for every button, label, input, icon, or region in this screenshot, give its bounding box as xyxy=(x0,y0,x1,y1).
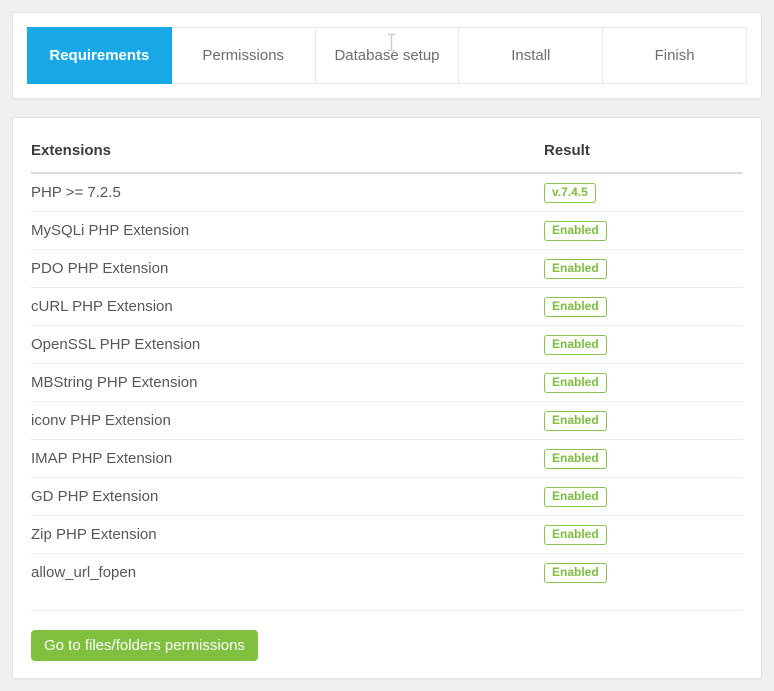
requirement-label: Zip PHP Extension xyxy=(31,525,544,545)
header-result: Result xyxy=(544,141,743,161)
table-row: MBString PHP Extension Enabled xyxy=(31,364,743,402)
requirement-label: PDO PHP Extension xyxy=(31,259,544,279)
table-row: allow_url_fopen Enabled xyxy=(31,554,743,611)
requirement-label: OpenSSL PHP Extension xyxy=(31,335,544,355)
tab-database-setup[interactable]: Database setup xyxy=(315,27,460,84)
go-to-permissions-button[interactable]: Go to files/folders permissions xyxy=(31,630,258,661)
table-row: PDO PHP Extension Enabled xyxy=(31,250,743,288)
requirement-label: MBString PHP Extension xyxy=(31,373,544,393)
table-row: GD PHP Extension Enabled xyxy=(31,478,743,516)
tab-requirements[interactable]: Requirements xyxy=(27,27,172,84)
installer-page: Requirements Permissions Database setup … xyxy=(0,0,774,691)
status-badge: Enabled xyxy=(544,297,607,317)
table-row: MySQLi PHP Extension Enabled xyxy=(31,212,743,250)
status-badge: Enabled xyxy=(544,411,607,431)
requirement-label: cURL PHP Extension xyxy=(31,297,544,317)
table-row: PHP >= 7.2.5 v.7.4.5 xyxy=(31,174,743,212)
tab-install[interactable]: Install xyxy=(458,27,603,84)
status-badge: Enabled xyxy=(544,335,607,355)
status-badge: Enabled xyxy=(544,259,607,279)
requirements-panel: Extensions Result PHP >= 7.2.5 v.7.4.5 M… xyxy=(12,117,762,679)
status-badge: Enabled xyxy=(544,373,607,393)
requirement-label: iconv PHP Extension xyxy=(31,411,544,431)
tab-permissions[interactable]: Permissions xyxy=(171,27,316,84)
requirement-label: MySQLi PHP Extension xyxy=(31,221,544,241)
wizard-steps: Requirements Permissions Database setup … xyxy=(27,27,747,84)
wizard-steps-panel: Requirements Permissions Database setup … xyxy=(12,12,762,99)
table-row: iconv PHP Extension Enabled xyxy=(31,402,743,440)
status-badge: Enabled xyxy=(544,487,607,507)
tab-finish[interactable]: Finish xyxy=(602,27,747,84)
table-row: Zip PHP Extension Enabled xyxy=(31,516,743,554)
status-badge: Enabled xyxy=(544,221,607,241)
status-badge: Enabled xyxy=(544,563,607,583)
table-row: OpenSSL PHP Extension Enabled xyxy=(31,326,743,364)
header-extensions: Extensions xyxy=(31,141,544,161)
requirement-label: IMAP PHP Extension xyxy=(31,449,544,469)
requirement-label: allow_url_fopen xyxy=(31,563,544,583)
requirement-label: PHP >= 7.2.5 xyxy=(31,183,544,203)
status-badge: Enabled xyxy=(544,525,607,545)
table-header: Extensions Result xyxy=(31,134,743,174)
table-row: cURL PHP Extension Enabled xyxy=(31,288,743,326)
status-badge: v.7.4.5 xyxy=(544,183,596,203)
requirement-label: GD PHP Extension xyxy=(31,487,544,507)
status-badge: Enabled xyxy=(544,449,607,469)
table-row: IMAP PHP Extension Enabled xyxy=(31,440,743,478)
